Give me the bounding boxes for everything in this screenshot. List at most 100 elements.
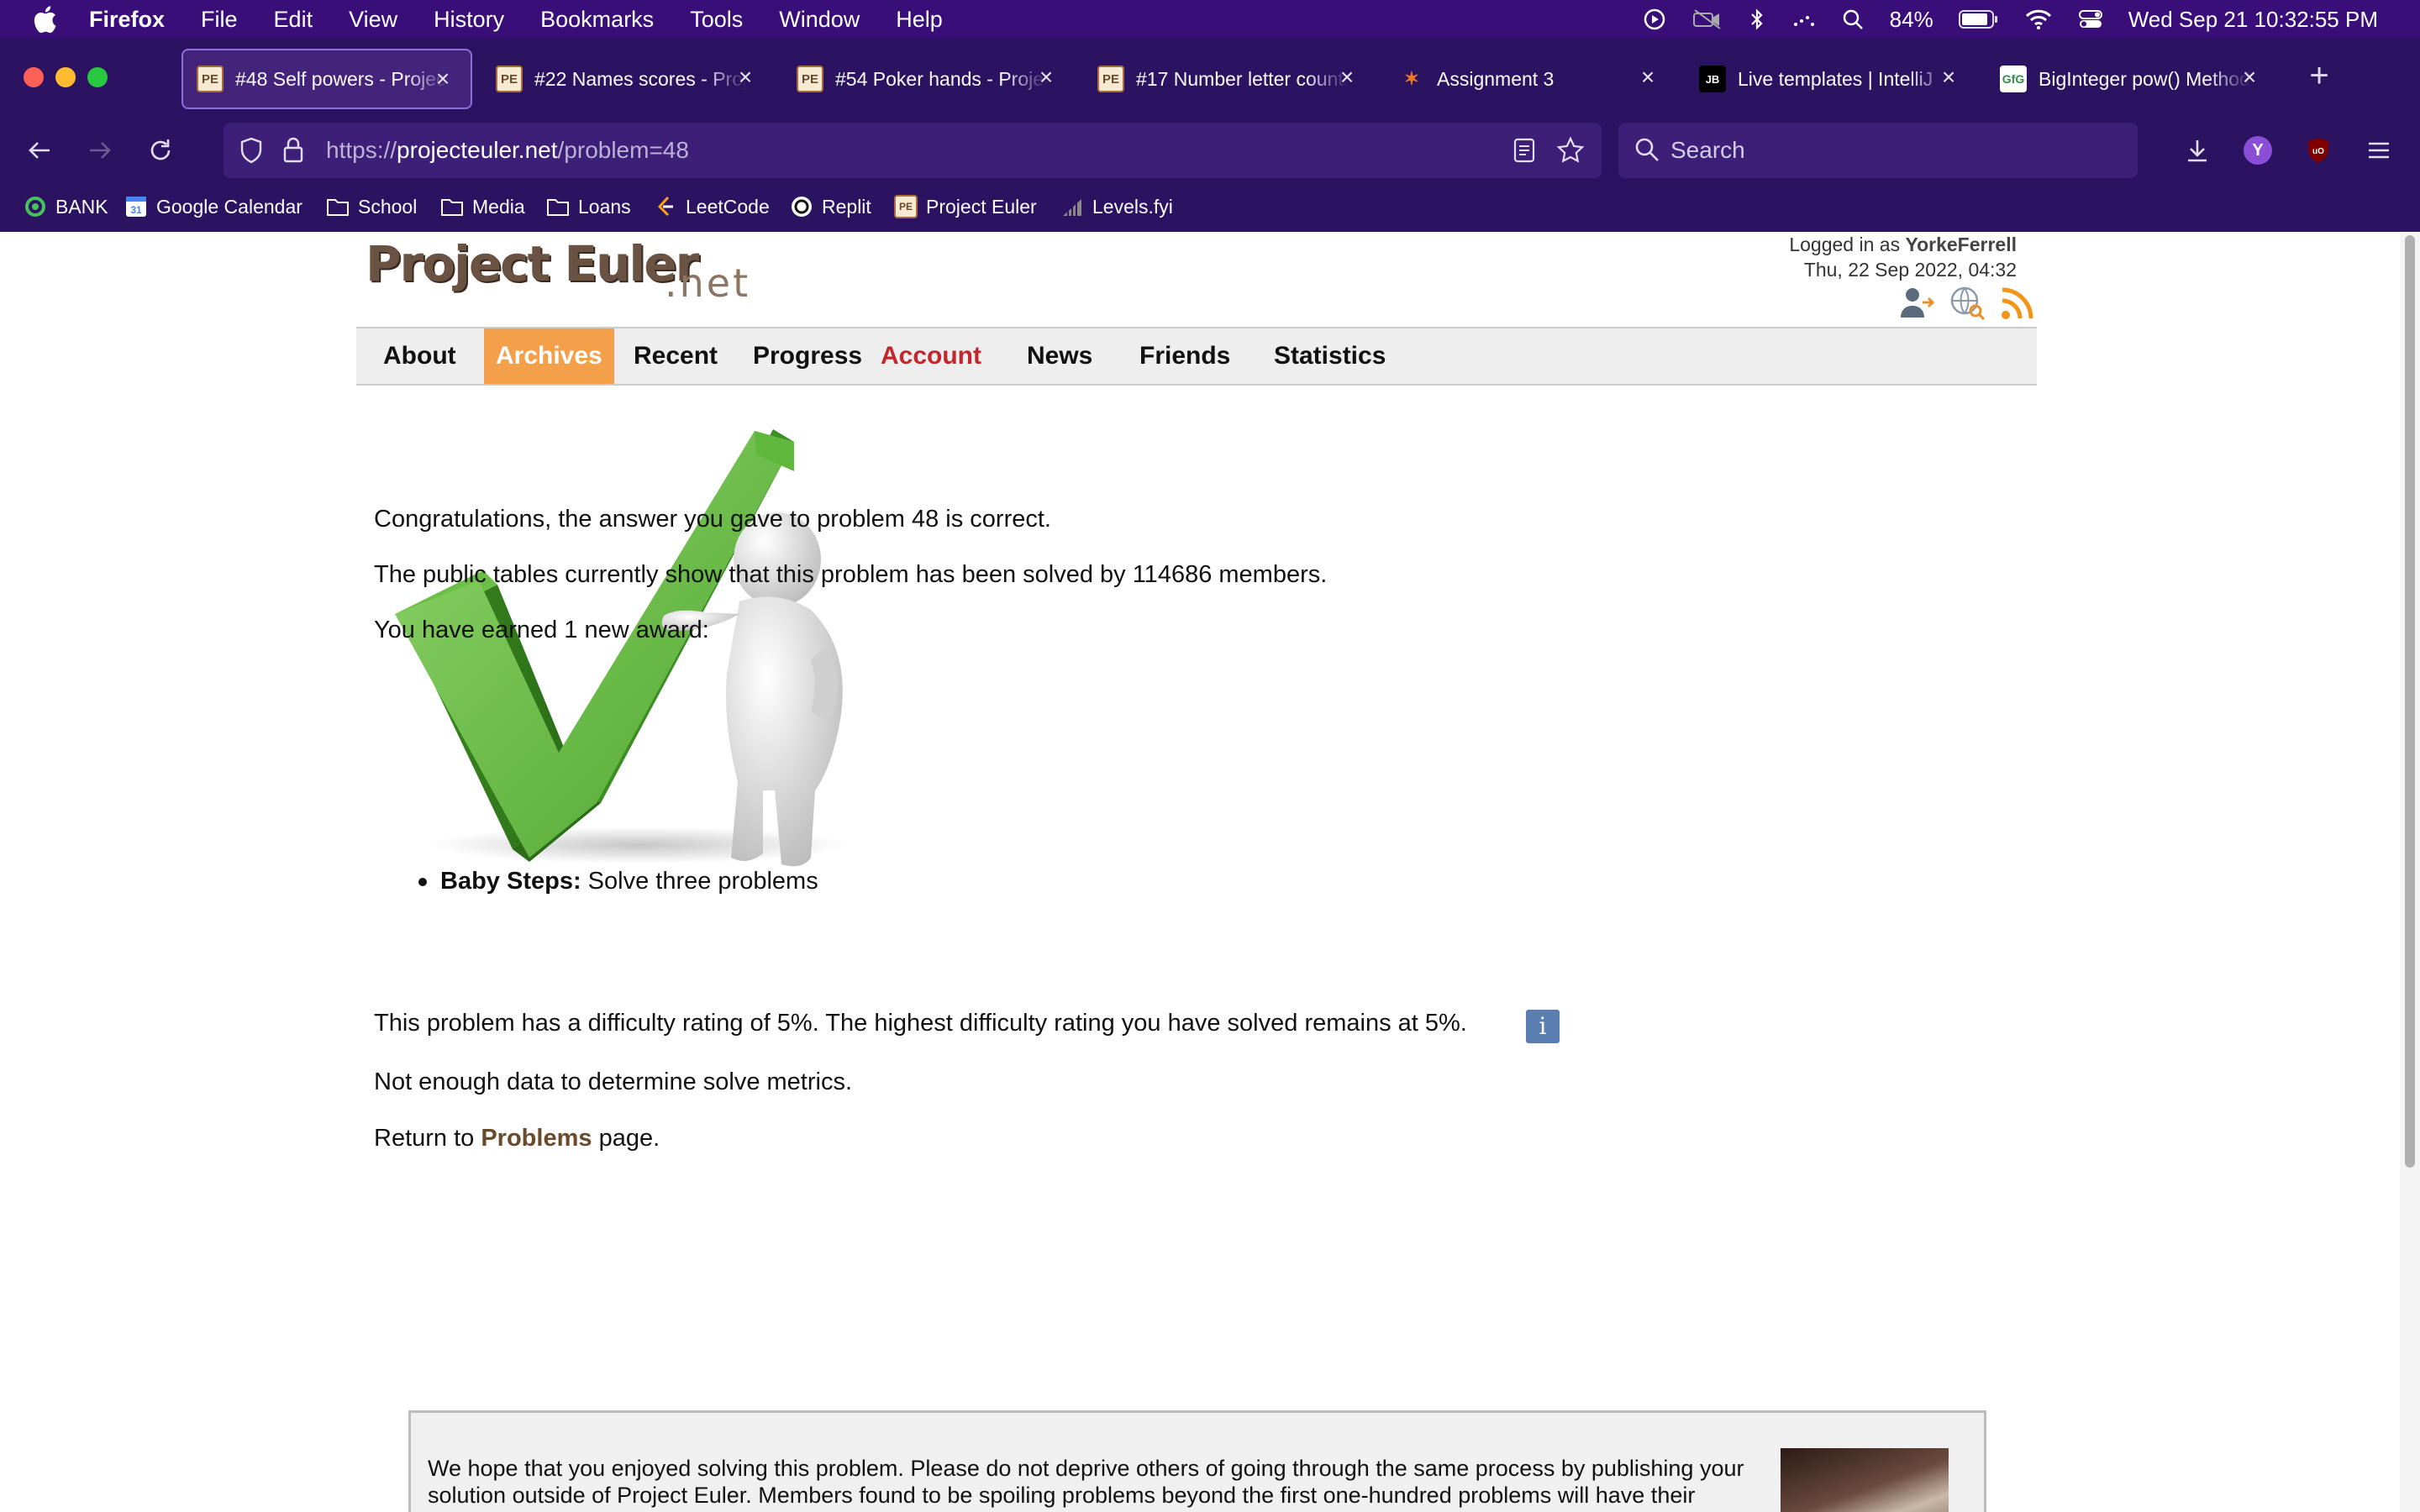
bookmark-folder-loans[interactable]: Loans: [546, 192, 631, 222]
menu-help[interactable]: Help: [896, 7, 943, 33]
bookmark-label: Google Calendar: [156, 195, 302, 218]
bluetooth-icon[interactable]: [1749, 8, 1765, 31]
tab-title: #22 Names scores - Project Euler: [534, 67, 746, 90]
tab-title: #17 Number letter counts: [1136, 67, 1348, 90]
tab-poker-hands[interactable]: PE #54 Poker hands - Project Euler ×: [783, 49, 1074, 109]
info-icon[interactable]: i: [1526, 1010, 1560, 1043]
close-icon[interactable]: ×: [1938, 66, 1960, 89]
control-center-icon[interactable]: [2078, 8, 2103, 30]
logo-main-text: Project Euler: [366, 235, 699, 292]
problems-link[interactable]: Problems: [481, 1125, 592, 1152]
scrollbar-thumb[interactable]: [2405, 235, 2415, 1168]
menu-app-firefox[interactable]: Firefox: [89, 7, 165, 33]
project-euler-logo[interactable]: Project Euler .net: [366, 235, 748, 306]
lock-icon[interactable]: [282, 136, 304, 165]
bookmark-leetcode[interactable]: LeetCode: [654, 192, 770, 222]
page-scrollbar[interactable]: [2400, 232, 2420, 1512]
current-date: Thu, 22 Sep 2022, 04:32: [1803, 259, 2017, 281]
tab-title: BigInteger pow() Method: [2039, 67, 2250, 90]
bookmark-label: LeetCode: [686, 195, 770, 218]
bookmark-label: Replit: [822, 195, 871, 218]
window-zoom-button[interactable]: [87, 67, 108, 87]
close-icon[interactable]: ×: [1637, 66, 1659, 89]
bookmark-replit[interactable]: Replit: [790, 192, 871, 222]
apple-icon[interactable]: [32, 5, 57, 34]
awards-heading: You have earned 1 new award:: [374, 617, 709, 643]
bookmark-folder-school[interactable]: School: [326, 192, 417, 222]
menu-tools[interactable]: Tools: [690, 7, 743, 33]
close-icon[interactable]: ×: [1035, 66, 1057, 89]
back-button[interactable]: [20, 131, 59, 170]
nav-account[interactable]: Account: [869, 328, 993, 384]
project-euler-favicon-icon: PE: [496, 66, 523, 92]
tab-number-letter-counts[interactable]: PE #17 Number letter counts ×: [1084, 49, 1375, 109]
reload-button[interactable]: [141, 131, 180, 170]
search-bar[interactable]: Search: [1618, 123, 2138, 178]
shield-icon[interactable]: [239, 136, 264, 165]
replit-icon: [790, 195, 813, 218]
battery-percent: 84%: [1889, 6, 1933, 32]
window-close-button[interactable]: [24, 67, 44, 87]
tab-live-templates[interactable]: JB Live templates | IntelliJ ×: [1686, 49, 1976, 109]
close-icon[interactable]: ×: [432, 67, 454, 91]
download-icon: [2188, 140, 2207, 162]
bookmark-levels-fyi[interactable]: Levels.fyi: [1060, 192, 1173, 222]
play-circle-icon[interactable]: [1643, 8, 1666, 31]
bookmark-bank[interactable]: BANK: [24, 192, 108, 222]
nav-progress[interactable]: Progress: [741, 328, 874, 384]
site-navigation: About Archives Recent Progress Account N…: [356, 327, 2037, 386]
clock[interactable]: Wed Sep 21 10:32:55 PM: [2128, 7, 2378, 33]
award-description: Solve three problems: [581, 868, 818, 895]
dictation-icon[interactable]: [1791, 8, 1816, 31]
search-placeholder: Search: [1670, 137, 1745, 163]
battery-icon[interactable]: [1958, 9, 1999, 29]
close-icon[interactable]: ×: [2238, 66, 2260, 89]
bookmark-folder-media[interactable]: Media: [440, 192, 525, 222]
return-prefix: Return to: [374, 1125, 481, 1152]
bookmark-label: Loans: [578, 195, 631, 218]
bookmark-star-icon[interactable]: [1556, 136, 1585, 165]
tab-names-scores[interactable]: PE #22 Names scores - Project Euler ×: [482, 49, 773, 109]
nav-news[interactable]: News: [1015, 328, 1104, 384]
camera-off-icon[interactable]: [1691, 8, 1723, 31]
close-icon[interactable]: ×: [1336, 66, 1358, 89]
bookmark-google-calendar[interactable]: 31 Google Calendar: [124, 192, 302, 222]
close-icon[interactable]: ×: [734, 66, 756, 89]
app-menu-button[interactable]: [2360, 131, 2398, 170]
rss-feed-icon[interactable]: [2000, 286, 2035, 321]
nav-friends[interactable]: Friends: [1128, 328, 1242, 384]
nav-about[interactable]: About: [371, 328, 468, 384]
menu-window[interactable]: Window: [779, 7, 860, 33]
tab-assignment-3[interactable]: ✶ Assignment 3 ×: [1385, 49, 1676, 109]
bookmark-label: Project Euler: [926, 195, 1037, 218]
menu-view[interactable]: View: [349, 7, 397, 33]
sign-out-user-icon[interactable]: [1899, 286, 1936, 319]
tab-self-powers[interactable]: PE #48 Self powers - Project Euler ×: [182, 49, 472, 109]
menu-file[interactable]: File: [201, 7, 238, 33]
forward-button[interactable]: [81, 131, 119, 170]
new-tab-button[interactable]: +: [2301, 59, 2338, 96]
arrow-right-icon: [90, 142, 111, 159]
return-line: Return to Problems page.: [374, 1125, 660, 1152]
menu-bookmarks[interactable]: Bookmarks: [540, 7, 654, 33]
url-bar[interactable]: https://projecteuler.net/problem=48: [224, 123, 1602, 178]
folder-icon: [546, 195, 570, 218]
downloads-button[interactable]: [2178, 131, 2217, 170]
nav-statistics[interactable]: Statistics: [1262, 328, 1397, 384]
window-minimize-button[interactable]: [55, 67, 76, 87]
tab-biginteger-pow[interactable]: GfG BigInteger pow() Method ×: [1986, 49, 2277, 109]
wifi-icon[interactable]: [2024, 8, 2053, 30]
congrats-message: Congratulations, the answer you gave to …: [374, 506, 1051, 533]
bookmark-project-euler[interactable]: PE Project Euler: [894, 192, 1037, 222]
url-text[interactable]: https://projecteuler.net/problem=48: [326, 137, 689, 164]
menu-edit[interactable]: Edit: [274, 7, 313, 33]
spotlight-search-icon[interactable]: [1841, 8, 1865, 31]
nav-recent[interactable]: Recent: [622, 328, 729, 384]
jetbrains-favicon-icon: JB: [1699, 66, 1726, 92]
ublock-extension-button[interactable]: uO: [2299, 131, 2338, 170]
menu-history[interactable]: History: [434, 7, 504, 33]
account-button[interactable]: Y: [2238, 131, 2277, 170]
nav-archives[interactable]: Archives: [484, 328, 614, 384]
globe-search-icon[interactable]: [1949, 286, 1986, 321]
reader-view-icon[interactable]: [1512, 138, 1536, 163]
